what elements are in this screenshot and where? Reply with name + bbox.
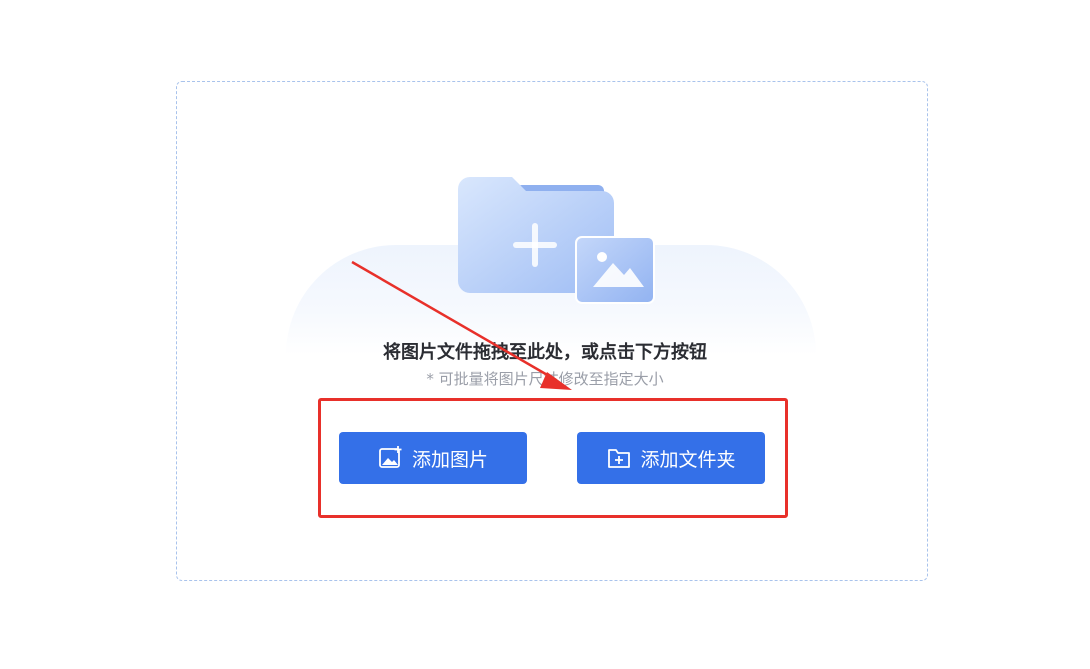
dropzone-subtitle: * 可批量将图片尺寸修改至指定大小 bbox=[426, 370, 664, 388]
dropzone-title: 将图片文件拖拽至此处，或点击下方按钮 bbox=[383, 342, 707, 363]
buttons-highlight-box bbox=[318, 398, 788, 518]
folder-image-upload-illustration bbox=[458, 177, 655, 304]
